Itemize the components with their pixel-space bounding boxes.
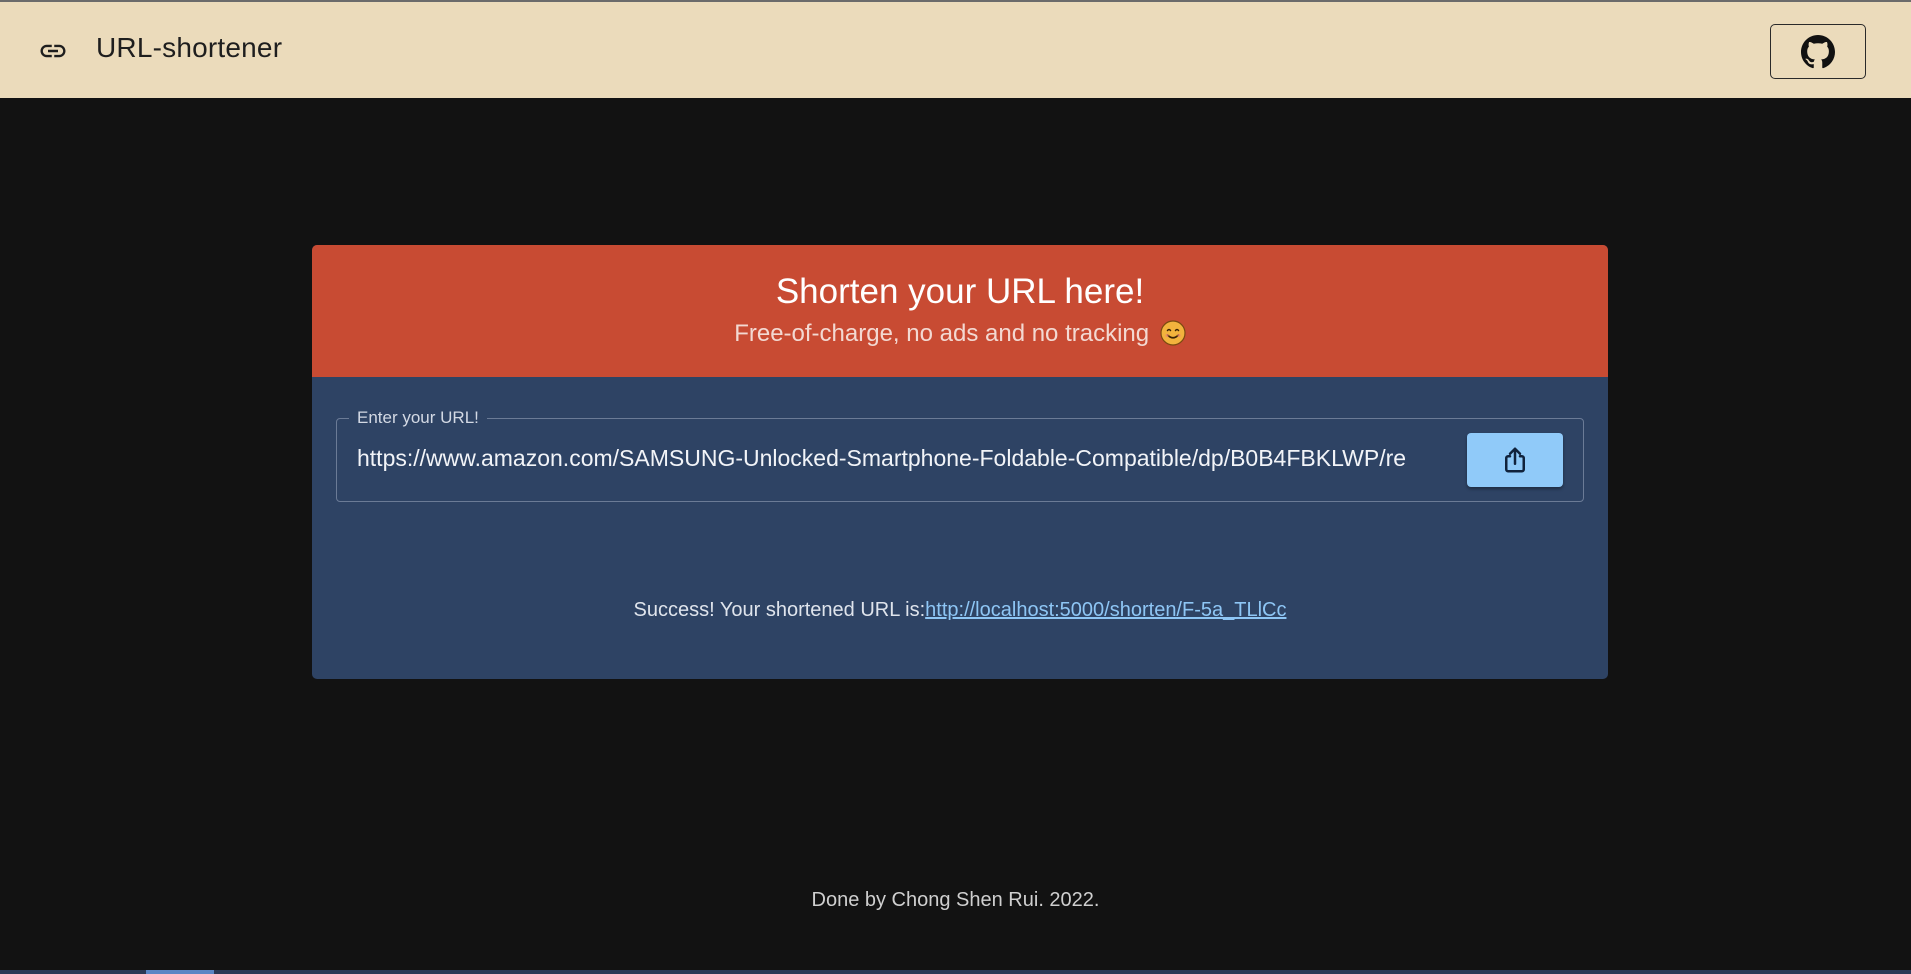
card-subtitle-text: Free-of-charge, no ads and no tracking xyxy=(734,320,1150,347)
url-input-label: Enter your URL! xyxy=(349,408,487,428)
github-icon xyxy=(1801,34,1835,68)
card-title: Shorten your URL here! xyxy=(775,272,1145,311)
card-subtitle: Free-of-charge, no ads and no tracking xyxy=(312,320,1608,348)
result-text: Success! Your shortened URL is: xyxy=(633,599,926,621)
smiley-icon xyxy=(1160,320,1186,346)
bottom-strip xyxy=(0,970,1911,974)
top-app-bar: URL-shortener xyxy=(0,0,1911,98)
app-title: URL-shortener xyxy=(96,32,283,63)
url-input-field: Enter your URL! https://www.amazon.com/S… xyxy=(336,408,1584,502)
link-icon xyxy=(40,44,66,58)
github-button[interactable] xyxy=(1770,24,1866,79)
result-message: Success! Your shortened URL is:http://lo… xyxy=(312,599,1608,622)
shorten-card: Shorten your URL here! Free-of-charge, n… xyxy=(312,245,1608,679)
bottom-strip-tab xyxy=(146,970,214,974)
card-header: Shorten your URL here! Free-of-charge, n… xyxy=(312,245,1608,377)
shortened-url-link[interactable]: http://localhost:5000/shorten/F-5a_TLlCc xyxy=(925,599,1286,621)
shorten-submit-button[interactable] xyxy=(1467,433,1563,487)
footer-credit: Done by Chong Shen Rui. 2022. xyxy=(811,889,1100,911)
url-input[interactable]: https://www.amazon.com/SAMSUNG-Unlocked-… xyxy=(357,445,1457,472)
share-upload-icon xyxy=(1505,447,1525,473)
